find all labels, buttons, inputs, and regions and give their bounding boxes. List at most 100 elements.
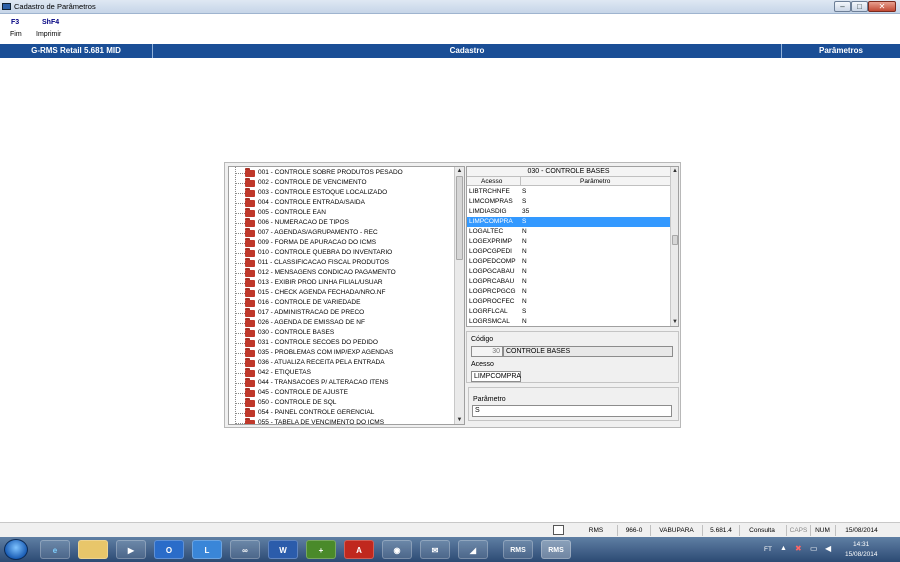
- scroll-up-arrow-icon[interactable]: ▲: [671, 167, 678, 175]
- cell-parametro: N: [522, 268, 527, 275]
- file-explorer-icon[interactable]: [78, 540, 108, 559]
- maximize-button[interactable]: □: [851, 1, 868, 12]
- tree-item[interactable]: 050 - CONTROLE DE SQL: [229, 398, 454, 408]
- tree-item[interactable]: 006 - NUMERACAO DE TIPOS: [229, 218, 454, 228]
- table-scroll-thumb[interactable]: [672, 235, 678, 245]
- folder-icon: [245, 168, 255, 177]
- rms-taskbar-button-1[interactable]: RMS: [503, 540, 533, 559]
- tree-item[interactable]: 031 - CONTROLE SECOES DO PEDIDO: [229, 338, 454, 348]
- column-header-parametro[interactable]: Parâmetro: [580, 177, 610, 186]
- tree-scroll-thumb[interactable]: [456, 176, 463, 260]
- calculator-icon[interactable]: +: [306, 540, 336, 559]
- tree-item[interactable]: 054 - PAINEL CONTROLE GERENCIAL: [229, 408, 454, 418]
- tree-scrollbar[interactable]: ▲ ▼: [454, 167, 464, 424]
- tree-item[interactable]: 055 - TABELA DE VENCIMENTO DO ICMS: [229, 418, 454, 424]
- tree-item[interactable]: 017 - ADMINISTRACAO DE PRECO: [229, 308, 454, 318]
- table-row[interactable]: LOGPRCABAU N: [467, 277, 670, 287]
- tree-item[interactable]: 001 - CONTROLE SOBRE PRODUTOS PESADO: [229, 168, 454, 178]
- close-button[interactable]: ✕: [868, 1, 896, 12]
- tree-item[interactable]: 013 - EXIBIR PROD LINHA FILIAL/USUAR: [229, 278, 454, 288]
- parameter-group-tree[interactable]: 001 - CONTROLE SOBRE PRODUTOS PESADO 002 …: [228, 166, 465, 425]
- sync-icon[interactable]: ∞: [230, 540, 260, 559]
- tree-item[interactable]: 042 - ETIQUETAS: [229, 368, 454, 378]
- fkey-f3-label[interactable]: Fim: [10, 31, 22, 38]
- tree-item-label: 001 - CONTROLE SOBRE PRODUTOS PESADO: [258, 169, 403, 176]
- media-player-icon[interactable]: ▶: [116, 540, 146, 559]
- tree-item[interactable]: 036 - ATUALIZA RECEITA PELA ENTRADA: [229, 358, 454, 368]
- folder-icon: [245, 198, 255, 207]
- lync-icon[interactable]: L: [192, 540, 222, 559]
- tree-item[interactable]: 044 - TRANSACOES P/ ALTERACAO ITENS: [229, 378, 454, 388]
- tree-item[interactable]: 002 - CONTROLE DE VENCIMENTO: [229, 178, 454, 188]
- tree-item[interactable]: 010 - CONTROLE QUEBRA DO INVENTARIO: [229, 248, 454, 258]
- tree-item[interactable]: 026 - AGENDA DE EMISSAO DE NF: [229, 318, 454, 328]
- pdf-icon[interactable]: A: [344, 540, 374, 559]
- folder-icon: [245, 228, 255, 237]
- tree-item[interactable]: 011 - CLASSIFICACAO FISCAL PRODUTOS: [229, 258, 454, 268]
- table-row[interactable]: LOGRSMCAL N: [467, 317, 670, 326]
- tree-item-label: 009 - FORMA DE APURACAO DO ICMS: [258, 239, 377, 246]
- remote-help-icon[interactable]: ◉: [382, 540, 412, 559]
- table-row[interactable]: LIMDIASDIG 35: [467, 207, 670, 217]
- scroll-down-arrow-icon[interactable]: ▼: [455, 416, 464, 424]
- word-icon[interactable]: W: [268, 540, 298, 559]
- table-scrollbar[interactable]: ▲ ▼: [670, 167, 678, 326]
- status-system: RMS: [588, 527, 604, 534]
- codigo-field[interactable]: 30: [471, 346, 503, 357]
- parameters-table[interactable]: 030 - CONTROLE BASES Acesso Parâmetro LI…: [466, 166, 679, 327]
- tree-item[interactable]: 009 - FORMA DE APURACAO DO ICMS: [229, 238, 454, 248]
- table-row[interactable]: LOGPEDCOMP N: [467, 257, 670, 267]
- header-section: Parâmetros: [818, 46, 864, 55]
- parametro-label: Parâmetro: [473, 396, 506, 403]
- fkey-shf4-label[interactable]: Imprimir: [36, 31, 61, 38]
- fkey-shf4[interactable]: ShF4: [42, 19, 59, 26]
- rms-taskbar-button-2[interactable]: RMS: [541, 540, 571, 559]
- table-row[interactable]: LOGRFLCAL S: [467, 307, 670, 317]
- browser-icon[interactable]: e: [40, 540, 70, 559]
- column-header-acesso[interactable]: Acesso: [481, 177, 502, 186]
- table-row[interactable]: LIMCOMPRAS S: [467, 197, 670, 207]
- table-row[interactable]: LOGALTEC N: [467, 227, 670, 237]
- tree-item[interactable]: 004 - CONTROLE ENTRADA/SAIDA: [229, 198, 454, 208]
- table-row[interactable]: LOGPRCPGCG N: [467, 287, 670, 297]
- notes-icon[interactable]: ◢: [458, 540, 488, 559]
- messenger-icon[interactable]: ✉: [420, 540, 450, 559]
- tree-item[interactable]: 003 - CONTROLE ESTOQUE LOCALIZADO: [229, 188, 454, 198]
- minimize-button[interactable]: –: [834, 1, 851, 12]
- table-row[interactable]: LOGPCGPEDI N: [467, 247, 670, 257]
- tray-expand-icon[interactable]: ▲: [780, 545, 787, 552]
- tree-item[interactable]: 005 - CONTROLE EAN: [229, 208, 454, 218]
- table-row[interactable]: LIMPCOMPRA S: [467, 217, 670, 227]
- power-icon[interactable]: ▭: [810, 544, 818, 553]
- language-indicator[interactable]: FT: [764, 546, 772, 553]
- table-row[interactable]: LOGPGCABAU N: [467, 267, 670, 277]
- tree-item[interactable]: 007 - AGENDAS/AGRUPAMENTO - REC: [229, 228, 454, 238]
- cell-acesso: LOGALTEC: [469, 228, 504, 235]
- tree-item[interactable]: 030 - CONTROLE BASES: [229, 328, 454, 338]
- clock-date[interactable]: 15/08/2014: [845, 551, 878, 558]
- header-module: Cadastro: [449, 46, 485, 55]
- tree-item[interactable]: 012 - MENSAGENS CONDICAO PAGAMENTO: [229, 268, 454, 278]
- scroll-down-arrow-icon[interactable]: ▼: [671, 318, 678, 326]
- volume-icon[interactable]: ◀: [825, 544, 831, 553]
- outlook-icon[interactable]: O: [154, 540, 184, 559]
- cell-parametro: N: [522, 238, 527, 245]
- table-row[interactable]: LOGEXPRIMP N: [467, 237, 670, 247]
- tree-connector-line: [235, 333, 245, 334]
- tree-item[interactable]: 045 - CONTROLE DE AJUSTE: [229, 388, 454, 398]
- parametro-field[interactable]: S: [472, 405, 672, 417]
- acesso-field[interactable]: LIMPCOMPRA: [471, 371, 521, 382]
- tree-item[interactable]: 016 - CONTROLE DE VARIEDADE: [229, 298, 454, 308]
- scroll-up-arrow-icon[interactable]: ▲: [455, 167, 464, 175]
- status-num: NUM: [810, 525, 834, 536]
- table-row[interactable]: LIBTRCHNFE S: [467, 187, 670, 197]
- table-row[interactable]: LOGPROCFEC N: [467, 297, 670, 307]
- clock-time[interactable]: 14:31: [853, 541, 869, 548]
- network-icon[interactable]: ✖: [795, 544, 802, 553]
- start-button[interactable]: [4, 539, 28, 560]
- tree-item[interactable]: 035 - PROBLEMAS COM IMP/EXP AGENDAS: [229, 348, 454, 358]
- cell-acesso: LOGPEDCOMP: [469, 258, 516, 265]
- cell-acesso: LIBTRCHNFE: [469, 188, 510, 195]
- tree-item[interactable]: 015 - CHECK AGENDA FECHADA/NRO.NF: [229, 288, 454, 298]
- fkey-f3[interactable]: F3: [11, 19, 19, 26]
